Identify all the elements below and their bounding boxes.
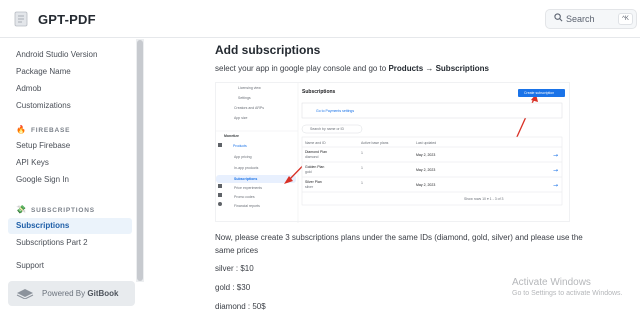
ps-row-id: silver	[305, 185, 314, 189]
ps-pagination: Show rows 10 ▾ 1 - 3 of 3	[464, 197, 504, 201]
activate-windows-title: Activate Windows	[512, 277, 591, 288]
ps-title: Subscriptions	[302, 89, 336, 95]
firebase-section-heading: 🔥 FIREBASE	[16, 125, 71, 134]
subscriptions-section-heading: 💸 SUBSCRIPTIONS	[16, 205, 95, 214]
sidebar-item-support[interactable]: Support	[8, 258, 132, 274]
sidebar: Android Studio Version Package Name Admo…	[0, 39, 136, 311]
top-bar: GPT-PDF Search ^K	[0, 0, 640, 38]
money-icon: 💸	[16, 205, 27, 214]
sidebar-item-google-sign-in[interactable]: Google Sign In	[8, 172, 132, 188]
sidebar-item-customizations[interactable]: Customizations	[8, 98, 132, 114]
play-console-screenshot: → → → Licensing view Settings Creators a…	[215, 82, 570, 223]
ps-menu-item: App size	[234, 116, 248, 120]
ps-col-header: Name and ID	[305, 141, 326, 145]
sidebar-item-subscriptions[interactable]: Subscriptions	[8, 218, 132, 234]
ps-row-name: Silver Plan	[305, 180, 322, 184]
ps-row-plans: 1	[361, 151, 363, 155]
price-gold: gold : $30	[215, 283, 251, 292]
activate-windows-subtitle: Go to Settings to activate Windows.	[512, 290, 623, 297]
intro-paragraph: select your app in google play console a…	[215, 64, 489, 73]
ps-create-button: Create subscription	[524, 91, 555, 95]
ps-row-plans: 1	[361, 181, 363, 185]
ps-row-name: Diamond Plan	[305, 150, 327, 154]
book-logo-icon	[14, 11, 28, 27]
sidebar-item-admob[interactable]: Admob	[8, 81, 132, 97]
ps-products-label: Products	[233, 144, 247, 148]
ps-row-id: gold	[305, 170, 312, 174]
sidebar-scrollbar-thumb[interactable]	[137, 40, 143, 281]
ps-row-id: diamond	[305, 155, 319, 159]
sidebar-item-android-studio-version[interactable]: Android Studio Version	[8, 47, 132, 63]
ps-search-placeholder: Search by name or ID	[310, 127, 345, 131]
ps-product-item-selected: Subscriptions	[234, 177, 258, 181]
ps-row-updated: May 2, 2023	[416, 183, 436, 187]
ps-row-name: Golden Plan	[305, 165, 325, 169]
play-console-mockup: → → →	[216, 83, 565, 223]
search-label: Search	[566, 14, 595, 24]
site-title[interactable]: GPT-PDF	[38, 12, 96, 27]
search-button[interactable]: Search ^K	[545, 9, 637, 29]
intro-bold: Products → Subscriptions	[388, 64, 489, 73]
ps-row-updated: May 2, 2023	[416, 153, 436, 157]
gitbook-icon	[16, 289, 34, 299]
svg-text:→: →	[553, 167, 558, 174]
ps-col-header: Last updated	[416, 141, 437, 145]
ps-payments-link: Go to Payments settings	[316, 109, 355, 113]
sidebar-item-package-name[interactable]: Package Name	[8, 64, 132, 80]
instructions-paragraph: Now, please create 3 subscriptions plans…	[215, 233, 583, 255]
ps-col-header: Active base plans	[361, 141, 389, 145]
ps-menu-item: Creators and ARPs	[234, 106, 264, 110]
svg-text:→: →	[553, 152, 558, 159]
ps-monetize-label: Monetize	[224, 134, 239, 138]
svg-text:→: →	[553, 182, 558, 189]
ps-other-item: Financial reports	[234, 204, 260, 208]
ps-menu-item: Settings	[238, 96, 251, 100]
price-diamond: diamond : 50$	[215, 302, 266, 311]
powered-by-text: Powered By GitBook	[42, 289, 119, 298]
ps-row-updated: May 2, 2023	[416, 168, 436, 172]
price-silver: silver : $10	[215, 264, 254, 273]
ps-product-item: App pricing	[234, 155, 252, 159]
sidebar-item-setup-firebase[interactable]: Setup Firebase	[8, 138, 132, 154]
ps-other-item: Promo codes	[234, 195, 255, 199]
ps-menu-item: Licensing view	[238, 86, 261, 90]
page-heading: Add subscriptions	[215, 43, 321, 57]
sidebar-item-subscriptions-part-2[interactable]: Subscriptions Part 2	[8, 235, 132, 251]
ps-product-item: In-app products	[234, 166, 259, 170]
search-shortcut: ^K	[618, 13, 633, 25]
ps-row-plans: 1	[361, 166, 363, 170]
ps-other-item: Price experiments	[234, 186, 263, 190]
sidebar-item-api-keys[interactable]: API Keys	[8, 155, 132, 171]
search-icon	[554, 13, 563, 22]
fire-icon: 🔥	[16, 125, 27, 134]
powered-by-gitbook[interactable]: Powered By GitBook	[8, 281, 135, 306]
